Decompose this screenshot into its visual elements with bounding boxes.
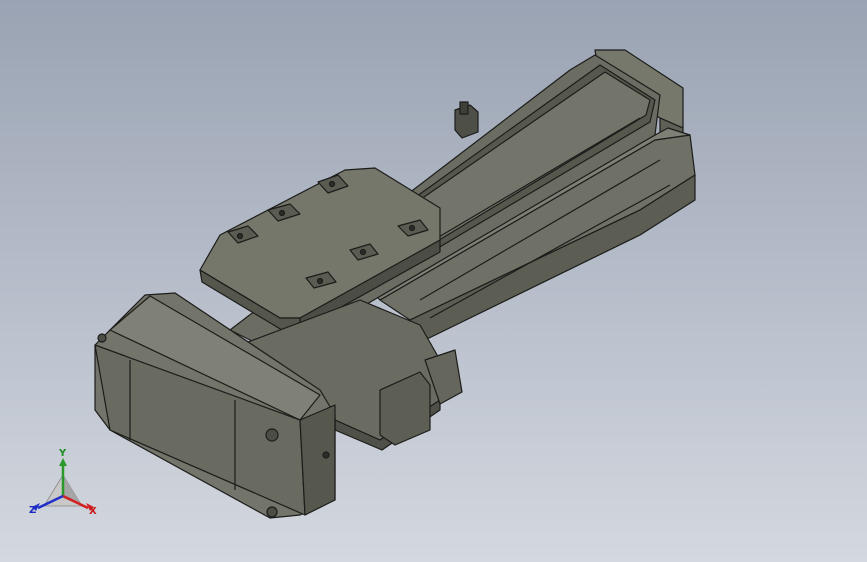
y-axis-label: Y [59, 448, 67, 459]
orientation-triad [32, 458, 94, 511]
3d-viewport[interactable]: Y X Z [0, 0, 867, 562]
sensor-bracket [454, 101, 479, 139]
linear-actuator-model[interactable] [0, 0, 867, 562]
x-axis-label: X [89, 506, 97, 517]
z-axis-label: Z [29, 505, 37, 516]
